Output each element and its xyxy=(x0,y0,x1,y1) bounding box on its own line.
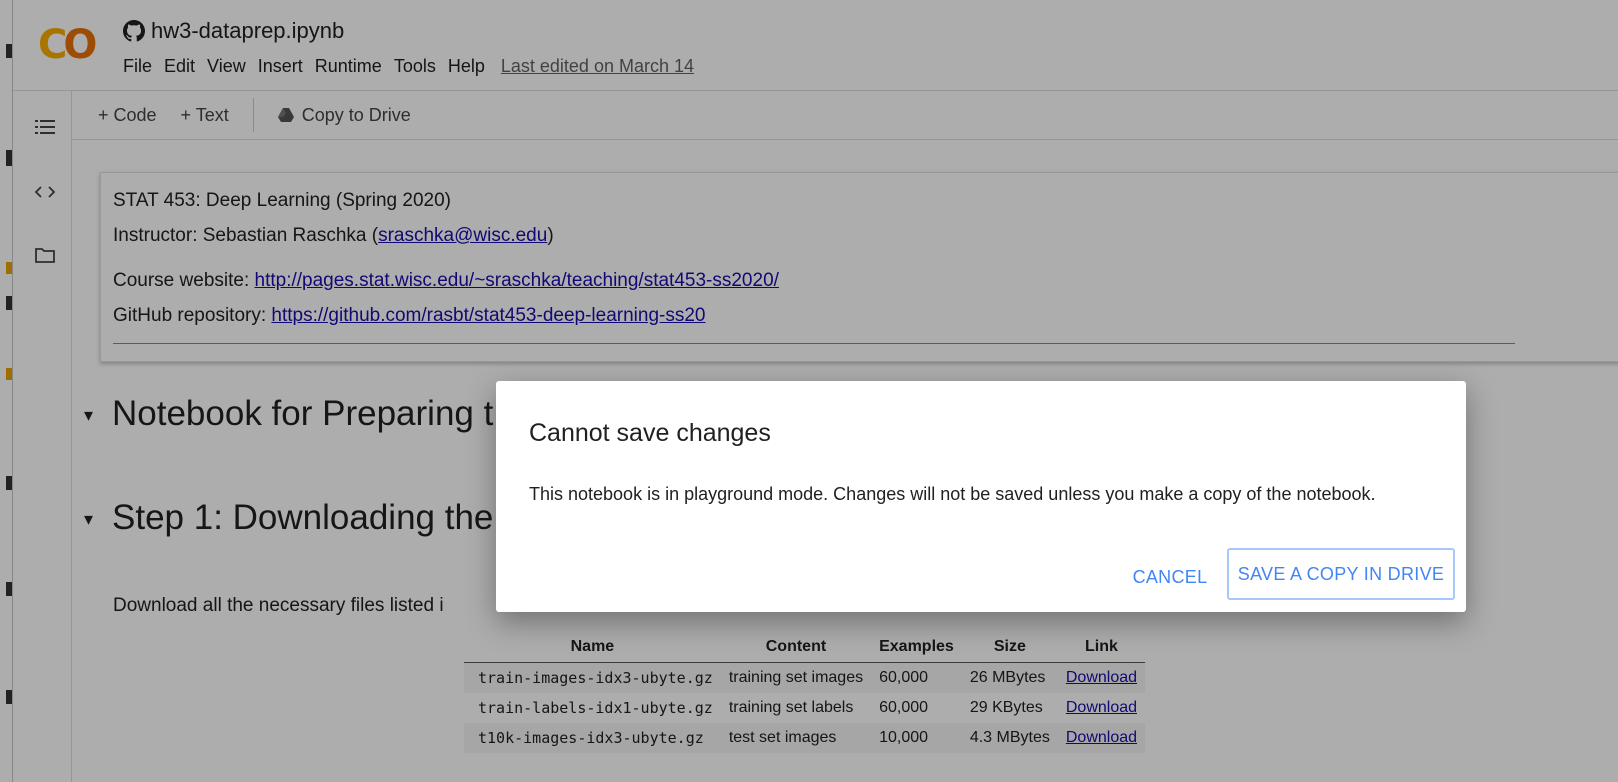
dialog-title: Cannot save changes xyxy=(529,419,771,447)
cannot-save-dialog: Cannot save changes This notebook is in … xyxy=(496,381,1466,612)
dialog-message: This notebook is in playground mode. Cha… xyxy=(529,484,1376,504)
cancel-button[interactable]: CANCEL xyxy=(1122,557,1218,597)
save-copy-in-drive-button[interactable]: SAVE A COPY IN DRIVE xyxy=(1227,548,1455,600)
